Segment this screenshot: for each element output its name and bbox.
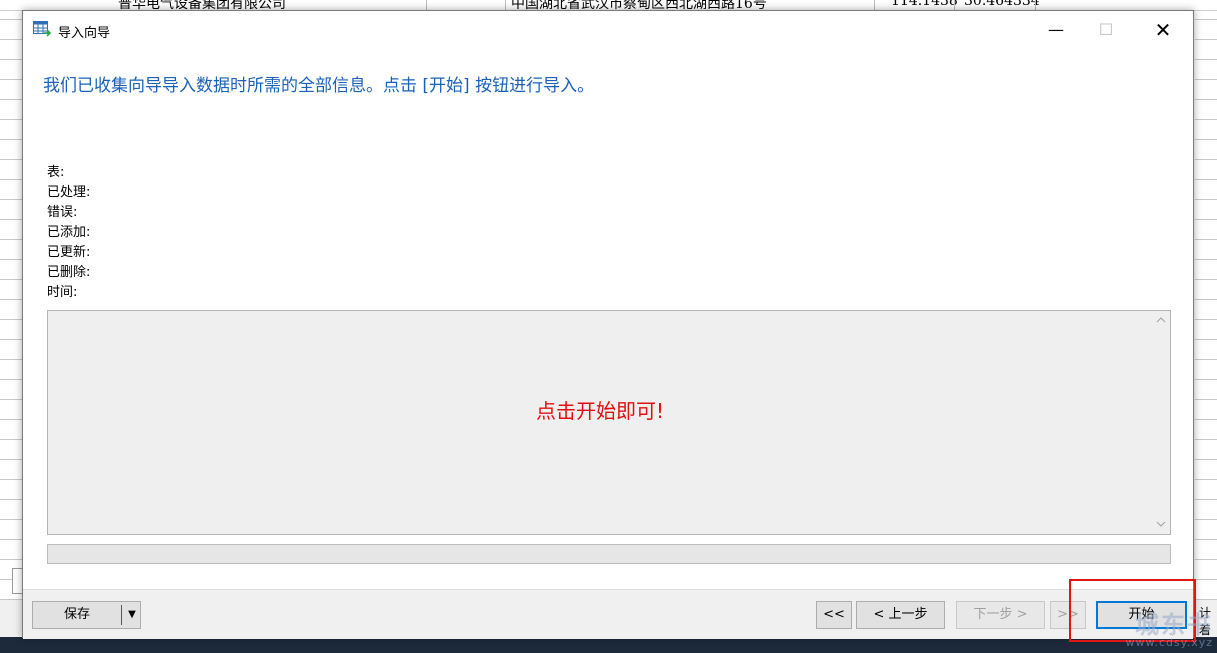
table-import-icon — [33, 21, 52, 37]
dialog-footer: 保存 ▼ << < 上一步 下一步 > >> 开始 — [23, 589, 1193, 639]
import-wizard-dialog: 导入向导 — ☐ ✕ 我们已收集向导导入数据时所需的全部信息。点击 [开始] 按… — [22, 10, 1194, 639]
spreadsheet-row-lines-right — [1195, 0, 1217, 600]
maximize-button[interactable]: ☐ — [1083, 11, 1129, 49]
stat-updated-label: 已更新: — [47, 245, 91, 260]
spreadsheet-row-lines-left — [0, 0, 24, 600]
log-message: 点击开始即可! — [535, 399, 665, 423]
import-progress-bar — [47, 544, 1171, 564]
watermark: 城东书 www.cdsy.xyz — [1096, 605, 1217, 653]
scroll-up-arrow-icon[interactable] — [1154, 315, 1168, 326]
save-dropdown-arrow-icon[interactable]: ▼ — [125, 602, 139, 628]
scroll-down-arrow-icon[interactable] — [1154, 519, 1168, 530]
stat-time-label: 时间: — [47, 285, 78, 300]
longitude-cell: 114.1438 — [891, 0, 958, 9]
save-button[interactable]: 保存 ▼ — [32, 601, 141, 629]
import-log-area[interactable]: 点击开始即可! — [47, 310, 1171, 535]
column-divider — [874, 0, 875, 10]
column-divider — [954, 0, 955, 10]
stat-deleted-label: 已删除: — [47, 265, 91, 280]
minimize-button[interactable]: — — [1033, 11, 1079, 49]
column-divider — [1035, 0, 1036, 10]
previous-step-button[interactable]: < 上一步 — [856, 601, 945, 629]
next-step-button[interactable]: 下一步 > — [956, 601, 1045, 629]
close-button[interactable]: ✕ — [1140, 11, 1186, 49]
save-split-divider — [121, 605, 122, 625]
stat-errors-label: 错误: — [47, 205, 78, 220]
stat-processed-label: 已处理: — [47, 185, 91, 200]
taskbar — [0, 637, 1217, 653]
import-stats: 表: 已处理: 错误: 已添加: 已更新: 已删除: 时间: — [47, 163, 90, 303]
dialog-title: 导入向导 — [58, 26, 111, 41]
stat-tables-label: 表: — [47, 165, 65, 180]
column-divider — [426, 0, 427, 10]
latitude-cell: 30.464334 — [964, 0, 1040, 9]
column-divider — [505, 0, 506, 10]
watermark-main: 城东书 — [1135, 611, 1213, 639]
dialog-titlebar[interactable]: 导入向导 — ☐ ✕ — [23, 11, 1193, 49]
save-button-label: 保存 — [63, 607, 90, 622]
stat-added-label: 已添加: — [47, 225, 91, 240]
wizard-headline: 我们已收集向导导入数据时所需的全部信息。点击 [开始] 按钮进行导入。 — [43, 76, 595, 96]
watermark-sub: www.cdsy.xyz — [1125, 636, 1213, 649]
first-step-button[interactable]: << — [816, 601, 852, 629]
